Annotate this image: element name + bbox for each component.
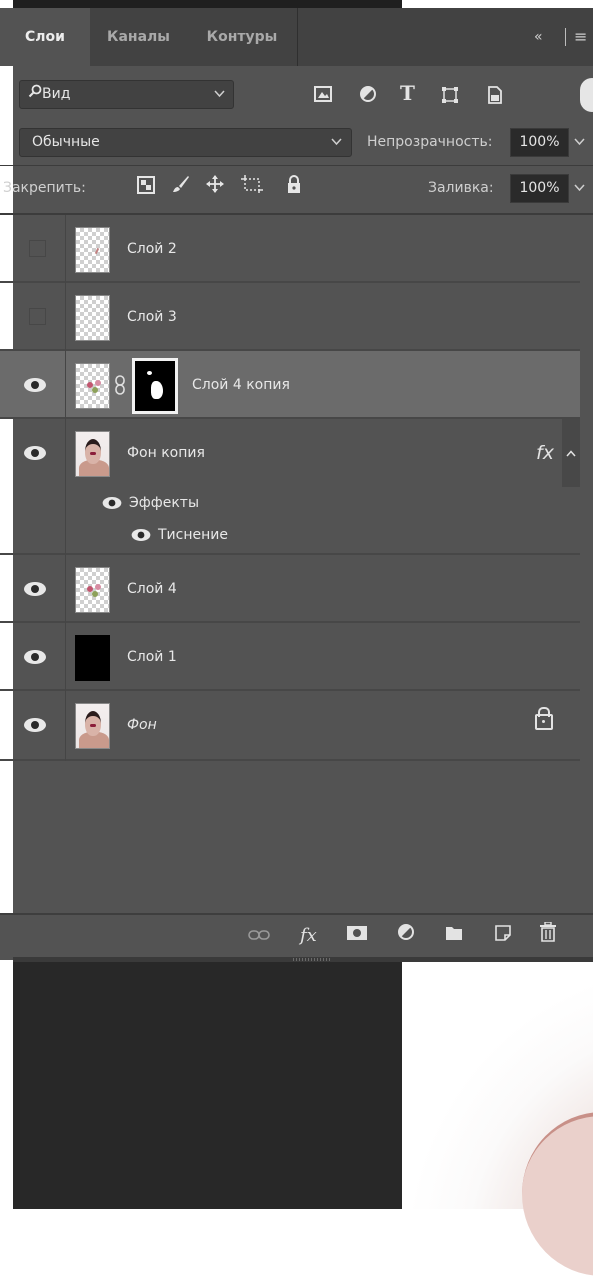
filter-toggle-switch[interactable] — [580, 78, 593, 112]
layer-row[interactable]: Фон — [0, 691, 580, 761]
chevron-down-icon — [331, 128, 342, 157]
layer-row[interactable]: Слой 3 — [0, 283, 580, 351]
image-filter-icon[interactable] — [314, 86, 332, 106]
lock-position-icon[interactable] — [205, 174, 225, 203]
eye-icon[interactable] — [24, 375, 48, 395]
search-icon — [28, 80, 42, 109]
layer-name[interactable]: Слой 4 копия — [192, 351, 290, 419]
opacity-input[interactable]: 100% — [510, 128, 569, 157]
chevron-up-icon[interactable] — [562, 419, 580, 487]
document-edge — [0, 0, 402, 8]
layer-name[interactable]: Фон — [127, 691, 157, 759]
eye-icon[interactable] — [24, 715, 48, 735]
new-layer-icon[interactable] — [495, 922, 511, 950]
delete-layer-icon[interactable] — [539, 921, 557, 951]
layer-thumbnail — [75, 431, 110, 477]
collapse-panel-icon[interactable]: « — [534, 8, 543, 66]
fx-icon[interactable]: fx — [300, 922, 317, 950]
layer-name[interactable]: Слой 3 — [127, 283, 177, 351]
new-group-icon[interactable] — [445, 922, 463, 950]
eye-icon[interactable] — [24, 647, 48, 667]
fill-chevron-icon[interactable] — [574, 174, 585, 203]
effect-name: Тиснение — [158, 527, 228, 543]
lock-artboard-icon[interactable] — [241, 174, 263, 203]
adjustment-layer-icon[interactable] — [397, 922, 415, 950]
layer-row-selected[interactable]: Слой 4 копия — [0, 351, 580, 419]
eye-icon[interactable] — [102, 497, 122, 509]
effects-label: Эффекты — [129, 495, 199, 511]
link-layers-icon[interactable] — [248, 922, 270, 950]
layer-thumbnail — [75, 227, 110, 273]
mask-link-icon[interactable] — [114, 375, 126, 399]
blend-mode-value: Обычные — [32, 134, 100, 150]
layer-name[interactable]: Фон копия — [127, 419, 205, 487]
canvas-background — [13, 962, 402, 1209]
panel-menu-icon[interactable]: ≡ — [574, 8, 587, 66]
tab-paths[interactable]: Контуры — [187, 8, 298, 66]
visibility-toggle-empty[interactable] — [29, 308, 46, 325]
tab-bar: Слои Каналы Контуры — [0, 8, 593, 66]
tab-layers[interactable]: Слои — [0, 8, 90, 66]
layer-thumbnail — [75, 567, 110, 613]
lock-label: Закрепить: — [3, 180, 86, 196]
lock-image-pixels-icon[interactable] — [171, 174, 191, 203]
fill-input[interactable]: 100% — [510, 174, 569, 203]
eye-icon[interactable] — [131, 529, 151, 541]
effects-row[interactable]: Эффекты — [101, 487, 199, 519]
adjustment-filter-icon[interactable] — [360, 86, 376, 106]
chevron-down-icon — [214, 80, 225, 109]
add-mask-icon[interactable] — [347, 922, 367, 950]
layer-thumbnail — [75, 703, 110, 749]
layer-row[interactable]: Фон копия fx Эффекты Тиснение — [0, 419, 580, 555]
fill-label: Заливка: — [428, 180, 494, 196]
lock-transparent-pixels-icon[interactable] — [137, 174, 155, 203]
canvas-photo — [402, 962, 593, 1276]
opacity-chevron-icon[interactable] — [574, 128, 585, 157]
lock-icon — [535, 707, 553, 730]
layer-name[interactable]: Слой 1 — [127, 623, 177, 691]
layer-row[interactable]: Слой 4 — [0, 555, 580, 623]
layer-row[interactable]: Слой 1 — [0, 623, 580, 691]
layer-name[interactable]: Слой 4 — [127, 555, 177, 623]
layer-filter-label: Вид — [42, 86, 71, 102]
header-divider — [565, 28, 566, 46]
eye-icon[interactable] — [24, 579, 48, 599]
layers-list: Слой 2 Слой 3 Слой 4 копия Фон копия fx … — [0, 215, 580, 761]
shape-filter-icon[interactable] — [441, 86, 459, 108]
layer-name[interactable]: Слой 2 — [127, 215, 177, 283]
eye-icon[interactable] — [24, 443, 48, 463]
layer-mask-thumbnail[interactable] — [132, 358, 178, 414]
visibility-column-divider — [65, 215, 66, 761]
layer-row[interactable]: Слой 2 — [0, 215, 580, 283]
effect-item[interactable]: Тиснение — [130, 519, 228, 551]
type-filter-icon[interactable]: T — [400, 81, 415, 105]
opacity-label: Непрозрачность: — [367, 134, 493, 150]
layer-thumbnail — [75, 635, 110, 681]
layer-effects-fx-icon[interactable]: fx — [536, 419, 554, 487]
lock-all-icon[interactable] — [286, 174, 302, 203]
smart-object-filter-icon[interactable] — [487, 86, 503, 108]
tab-channels[interactable]: Каналы — [90, 8, 187, 66]
visibility-toggle-empty[interactable] — [29, 240, 46, 257]
layer-thumbnail — [75, 363, 110, 409]
resize-grip-icon[interactable] — [293, 958, 331, 961]
divider — [0, 165, 593, 166]
layer-thumbnail — [75, 295, 110, 341]
